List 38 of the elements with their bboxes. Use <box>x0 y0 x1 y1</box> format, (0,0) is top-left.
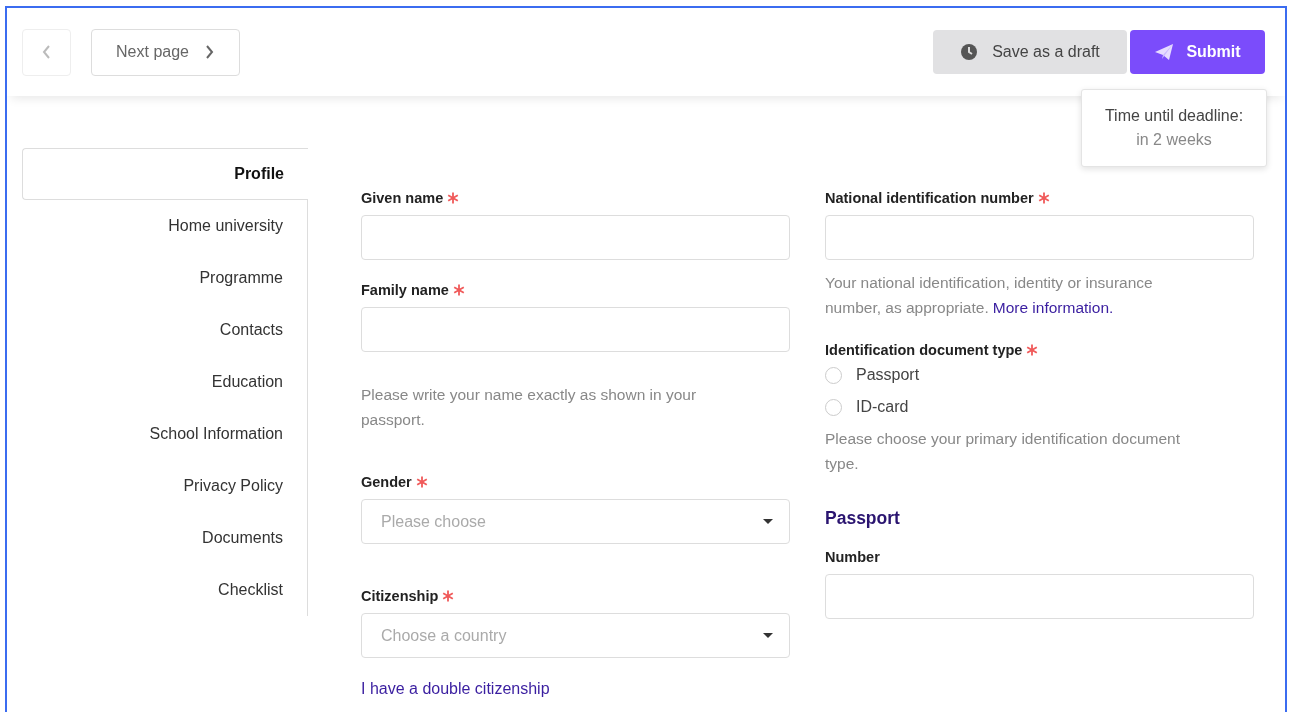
input-field[interactable] <box>361 307 790 352</box>
tooltip-title: Time until deadline: <box>1104 107 1244 125</box>
sidebar-item[interactable]: Documents <box>22 512 307 564</box>
field-label: Family name <box>361 282 449 298</box>
double-citizenship-link[interactable]: I have a double citizenship <box>361 680 550 698</box>
sidebar-item[interactable]: Privacy Policy <box>22 460 307 512</box>
submit-button[interactable]: Submit <box>1130 30 1265 74</box>
sidebar-item[interactable]: Checklist <box>22 564 307 616</box>
help-text: Your national identification, identity or insurance number, as appropriate. More information. <box>825 273 1154 318</box>
caret-down-icon <box>763 518 773 525</box>
chevron-left-icon <box>40 44 53 60</box>
field-label: Gender <box>361 474 412 490</box>
help-text: Please choose your primary identification document type. <box>825 429 1181 474</box>
sidebar-item[interactable]: Programme <box>22 252 307 304</box>
clock-icon <box>960 43 979 61</box>
tooltip-value: in 2 weeks <box>1136 131 1212 149</box>
field-label: Citizenship <box>361 588 439 604</box>
next-page-button[interactable]: Next page <box>91 28 240 76</box>
field-label: National identification number <box>825 190 1034 206</box>
input-field[interactable] <box>361 215 790 260</box>
save-draft-button[interactable]: Save as a draft <box>933 30 1127 74</box>
radio-label[interactable]: ID-card <box>856 398 909 416</box>
radio-label[interactable]: Passport <box>856 366 920 384</box>
caret-down-icon <box>763 632 773 639</box>
sidebar-item[interactable]: School Information <box>22 408 307 460</box>
field-label: Number <box>825 549 880 565</box>
paper-plane-icon <box>1154 43 1175 61</box>
sidebar-item[interactable]: Home university <box>22 200 307 252</box>
sidebar-item[interactable]: Education <box>22 356 307 408</box>
input-field[interactable] <box>825 574 1254 619</box>
more-information-link[interactable]: More information. <box>992 299 1114 316</box>
section-heading: Passport <box>825 508 901 529</box>
input-field[interactable] <box>825 215 1254 260</box>
field-label: Given name <box>361 190 444 206</box>
sidebar-item[interactable]: Contacts <box>22 304 307 356</box>
field-label: Identification document type <box>825 342 1023 358</box>
sidebar-item[interactable]: Profile <box>22 148 308 200</box>
help-text: Please write your name exactly as shown in your passport. <box>361 385 698 430</box>
